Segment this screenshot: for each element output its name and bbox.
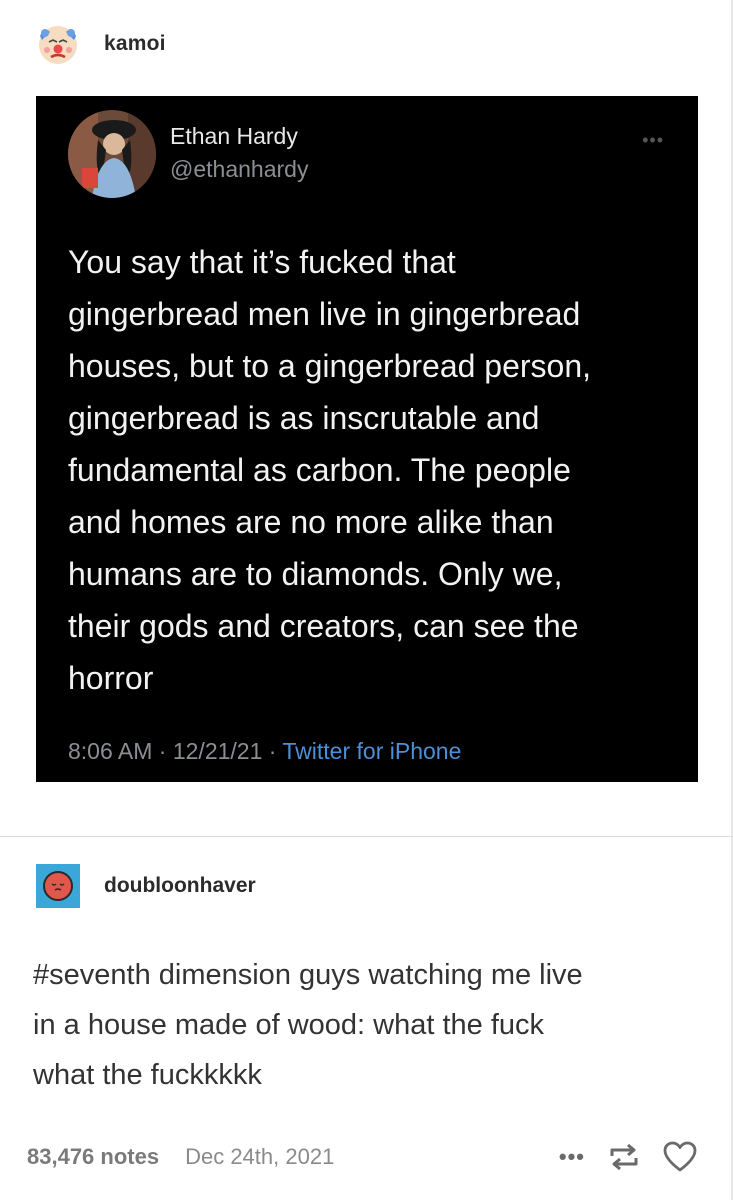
- post-footer: 83,476 notes Dec 24th, 2021 •••: [27, 1137, 707, 1177]
- tweet-source: Twitter for iPhone: [282, 738, 462, 764]
- tweet-date: 12/21/21: [172, 738, 263, 764]
- tweet-time: 8:06 AM: [68, 738, 153, 764]
- meta-separator: ·: [268, 738, 283, 764]
- post-actions: •••: [537, 1137, 697, 1177]
- red-face-icon[interactable]: [36, 864, 80, 908]
- tweet-meta: 8:06 AM · 12/21/21 · Twitter for iPhone: [68, 738, 461, 765]
- reblog-divider: [0, 836, 733, 837]
- ellipsis-icon: •••: [642, 130, 664, 150]
- post-username[interactable]: kamoi: [104, 32, 166, 56]
- tweet-author-name: Ethan Hardy: [170, 123, 298, 149]
- tweet-card: Ethan Hardy @ethanhardy ••• You say that…: [36, 96, 698, 782]
- heart-icon[interactable]: [663, 1141, 697, 1173]
- meta-separator: ·: [158, 738, 173, 764]
- tweet-author-handle: @ethanhardy: [170, 156, 309, 182]
- clown-face-icon[interactable]: [36, 22, 80, 66]
- more-icon[interactable]: •••: [559, 1144, 585, 1170]
- tweet-avatar: [68, 110, 156, 198]
- reblog-icon[interactable]: [607, 1142, 641, 1172]
- post-date: Dec 24th, 2021: [185, 1144, 335, 1169]
- tweet-text: You say that it’s fucked that gingerbrea…: [68, 244, 592, 696]
- reblog-tags: #seventh dimension guys watching me live…: [33, 959, 583, 1091]
- notes-count[interactable]: 83,476 notes: [27, 1144, 159, 1170]
- reblog-username[interactable]: doubloonhaver: [104, 874, 256, 898]
- post-header: kamoi: [36, 22, 166, 66]
- reblog-header: doubloonhaver: [36, 864, 256, 908]
